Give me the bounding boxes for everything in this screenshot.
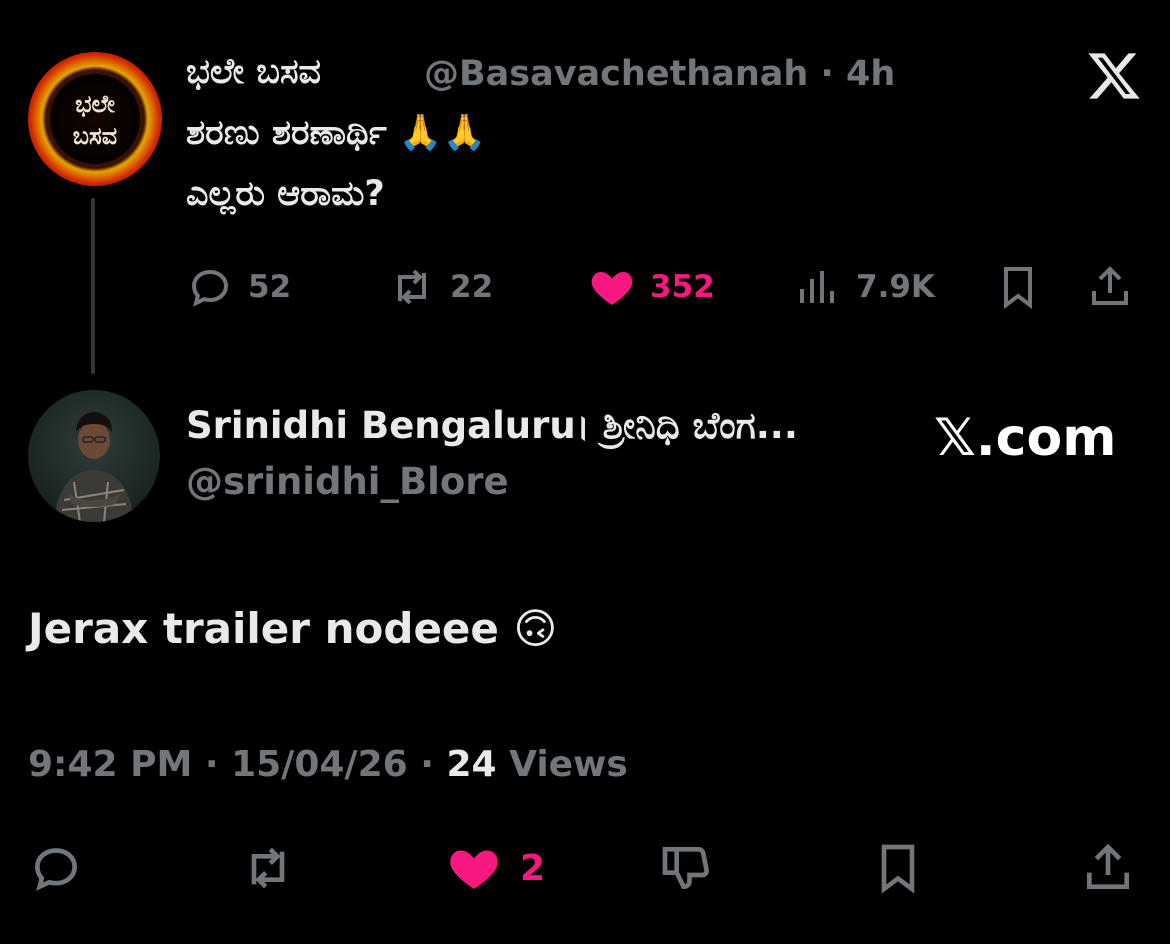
reply-button[interactable]: 52: [186, 262, 291, 312]
views-button[interactable]: 7.9K: [794, 262, 935, 312]
like-count: 352: [650, 269, 715, 305]
display-name[interactable]: ಭಲೇ ಬಸವ: [186, 52, 321, 92]
reply-icon: [191, 269, 229, 307]
tweet-meta: @Basavachethanah · 4h: [424, 54, 895, 94]
views-icon: [800, 271, 834, 303]
bookmark-icon: [881, 844, 915, 894]
avatar-text-top: ಭಲೇ: [75, 90, 115, 118]
tweet-text: Jerax trailer nodeee 🙃: [28, 604, 558, 653]
bookmark-button[interactable]: [870, 838, 926, 898]
like-count: 2: [520, 847, 546, 889]
display-name[interactable]: Srinidhi Bengaluru। ಶ್ರೀನಿಧಿ ಬೆಂಗ...: [186, 404, 798, 448]
reply-icon: [34, 848, 78, 891]
bookmark-icon: [1004, 267, 1032, 309]
separator: ·: [204, 744, 219, 785]
separator: ·: [420, 744, 434, 785]
tweet-text-line-1: ಶರಣು ಶರಣಾರ್ಥಿ 🙏🙏: [186, 113, 487, 153]
like-button[interactable]: 2: [446, 838, 545, 898]
repost-icon: [251, 847, 285, 889]
repost-button[interactable]: 22: [388, 262, 493, 312]
reply-count: 52: [248, 269, 292, 305]
tweet-timestamp: 9:42 PM · 15/04/26 · 24 Views: [28, 744, 628, 785]
share-button[interactable]: [1086, 262, 1134, 312]
share-icon: [1092, 266, 1128, 305]
views-count: 7.9K: [856, 269, 935, 305]
handle[interactable]: @Basavachethanah: [424, 54, 808, 94]
like-button[interactable]: 352: [588, 262, 715, 312]
view-count: 24: [446, 744, 497, 785]
separator: ·: [820, 54, 834, 94]
avatar-photo: [54, 412, 134, 522]
repost-button[interactable]: [240, 838, 296, 898]
reply-button[interactable]: [28, 838, 84, 898]
date[interactable]: 15/04/26: [231, 744, 408, 785]
heart-icon: [591, 272, 633, 305]
tweet-text-line-2: ಎಲ್ಲರು ಆರಾಮ?: [186, 174, 385, 214]
dislike-icon: [662, 847, 709, 890]
time[interactable]: 9:42 PM: [28, 744, 192, 785]
thread-line: [91, 198, 95, 374]
dislike-button[interactable]: [658, 838, 714, 898]
avatar[interactable]: [28, 390, 160, 522]
share-icon: [1087, 843, 1129, 889]
avatar[interactable]: ಭಲೇ ಬಸವ: [28, 52, 162, 186]
bookmark-button[interactable]: [994, 262, 1042, 312]
heart-icon: [450, 850, 498, 889]
time-ago[interactable]: 4h: [846, 54, 895, 94]
share-button[interactable]: [1080, 838, 1136, 898]
handle[interactable]: @srinidhi_Blore: [186, 460, 509, 503]
repost-icon: [398, 269, 426, 305]
repost-count: 22: [450, 269, 494, 305]
views-label: Views: [509, 744, 628, 785]
avatar-inner: [50, 74, 140, 164]
x-logo-icon[interactable]: [1086, 48, 1142, 104]
watermark: 𝕏.com: [934, 408, 1117, 468]
avatar-text-bottom: ಬಸವ: [72, 122, 118, 150]
